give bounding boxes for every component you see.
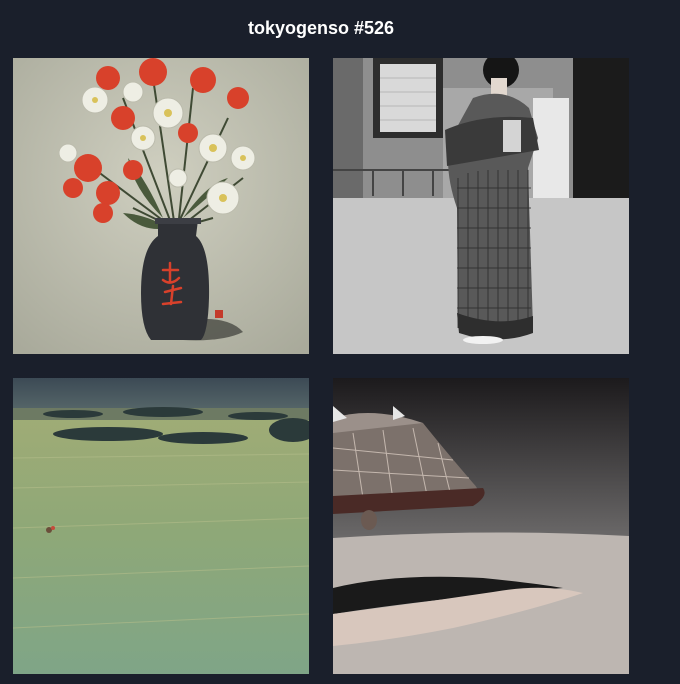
gallery-image-2[interactable] (333, 58, 629, 354)
gallery-image-1[interactable] (13, 58, 309, 354)
field-landscape-image (13, 378, 309, 674)
gallery-image-3[interactable] (13, 378, 309, 674)
gallery-title: tokyogenso #526 (247, 18, 395, 38)
gallery-image-4[interactable] (333, 378, 629, 674)
ufo-desert-image (333, 378, 629, 674)
kimono-figure-image (333, 58, 629, 354)
ikebana-vase-image (13, 58, 309, 354)
